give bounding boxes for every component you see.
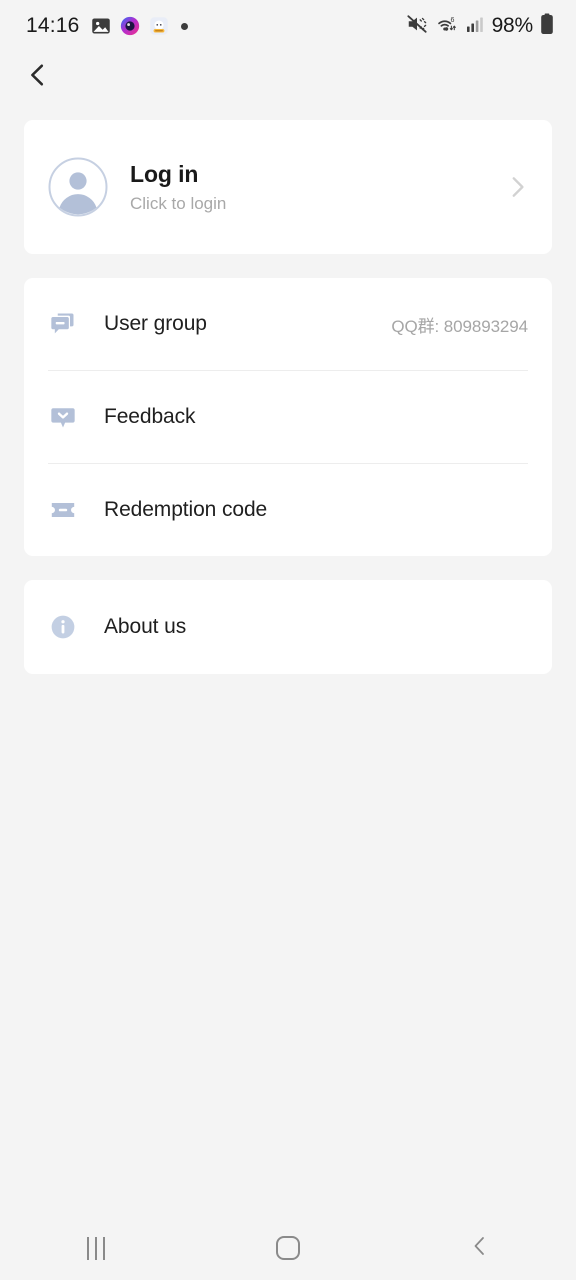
home-button[interactable]	[243, 1218, 333, 1278]
login-text-block: Log in Click to login	[130, 160, 504, 215]
login-card: Log in Click to login	[24, 120, 552, 254]
photos-icon	[91, 16, 111, 36]
volume-mute-icon	[406, 13, 428, 40]
forum-icon	[48, 309, 78, 339]
back-button[interactable]	[18, 57, 58, 97]
menu-card: User group QQ群: 809893294 Feedback Redem…	[24, 278, 552, 556]
menu-item-feedback[interactable]: Feedback	[24, 371, 552, 463]
chevron-left-icon	[25, 62, 51, 93]
menu-item-redemption-code[interactable]: Redemption code	[24, 464, 552, 556]
menu-item-user-group[interactable]: User group QQ群: 809893294	[24, 278, 552, 370]
wifi-6-icon: 6	[435, 13, 458, 40]
menu-item-label: User group	[104, 312, 207, 335]
about-card: About us	[24, 580, 552, 674]
status-bar: 14:16 6 98%	[0, 0, 576, 52]
top-app-bar	[0, 52, 576, 102]
settings-content: Log in Click to login User group QQ群: 80…	[0, 102, 576, 674]
recents-icon	[87, 1236, 105, 1260]
dot-indicator-icon	[180, 22, 188, 30]
back-icon	[468, 1234, 492, 1263]
status-bar-right: 6 98%	[406, 13, 554, 40]
camera-filter-icon	[120, 16, 140, 36]
chevron-right-icon	[504, 174, 530, 200]
avatar-placeholder-icon	[48, 157, 108, 217]
app-badge-icon	[149, 16, 169, 36]
battery-percent-label: 98%	[491, 14, 534, 37]
info-circle-icon	[48, 612, 78, 642]
menu-item-about-us[interactable]: About us	[24, 580, 552, 674]
login-subtitle: Click to login	[130, 194, 227, 214]
home-icon	[276, 1236, 300, 1260]
menu-item-label: Feedback	[104, 405, 196, 428]
feedback-icon	[48, 402, 78, 432]
battery-icon	[540, 13, 554, 40]
login-row[interactable]: Log in Click to login	[24, 120, 552, 254]
menu-item-value: QQ群: 809893294	[391, 316, 528, 336]
system-navigation-bar	[0, 1216, 576, 1280]
menu-item-label: Redemption code	[104, 498, 268, 521]
status-bar-clock: 14:16	[26, 14, 80, 37]
menu-item-label: About us	[104, 615, 187, 638]
ticket-icon	[48, 495, 78, 525]
status-bar-left: 14:16	[26, 14, 188, 38]
cellular-signal-icon	[465, 14, 485, 39]
nav-back-button[interactable]	[435, 1218, 525, 1278]
login-title: Log in	[130, 160, 199, 187]
recents-button[interactable]	[51, 1218, 141, 1278]
svg-text:6: 6	[450, 16, 454, 23]
